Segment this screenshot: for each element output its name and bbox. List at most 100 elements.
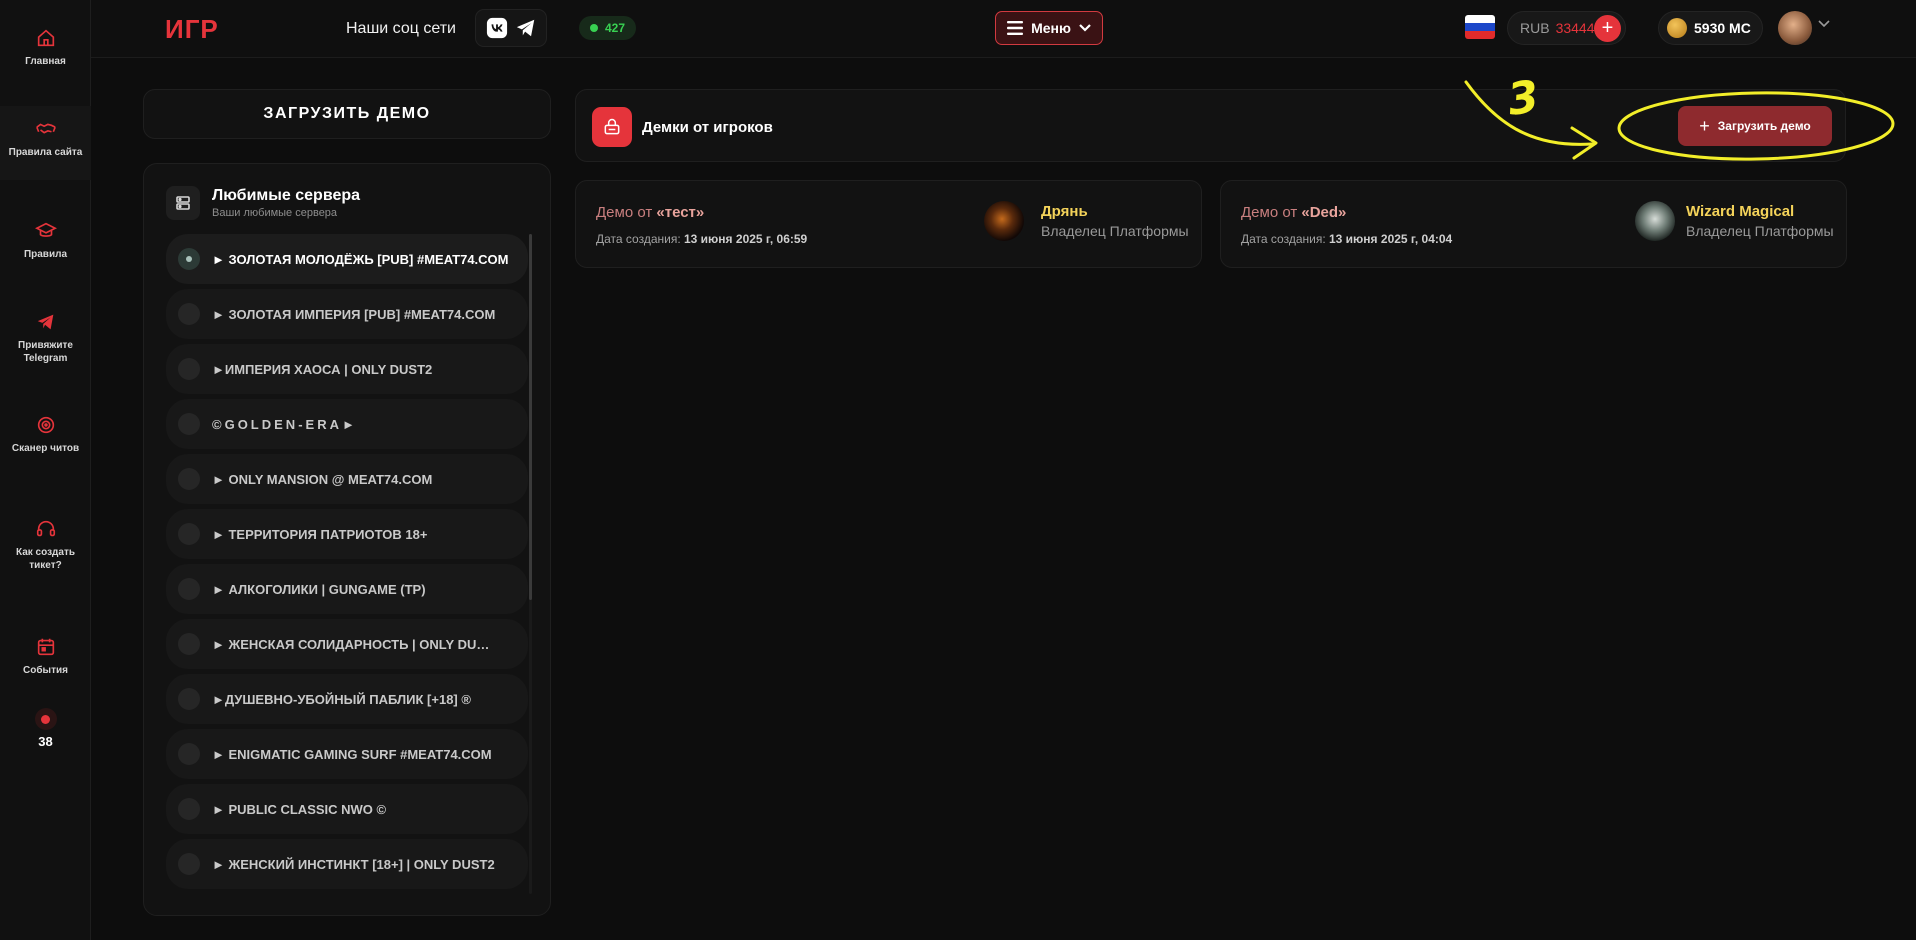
sidebar-item-label: Правила сайта bbox=[8, 147, 83, 158]
social-label: Наши соц сети bbox=[346, 20, 456, 37]
sidebar-item-label: Привяжите Telegram bbox=[18, 340, 73, 364]
online-status-icon bbox=[589, 24, 598, 32]
sidebar-item-create-ticket[interactable]: Как создать тикет? bbox=[0, 518, 91, 572]
server-item[interactable]: ► ONLY MANSION @ MEAT74.COM bbox=[166, 454, 528, 504]
menu-label: Меню bbox=[1031, 20, 1071, 36]
upload-demo-button[interactable]: + Загрузить демо bbox=[1678, 106, 1832, 146]
sidebar-item-rules[interactable]: Правила bbox=[0, 220, 91, 261]
radio-button[interactable] bbox=[178, 468, 200, 490]
sidebar-item-label: Правила bbox=[23, 249, 68, 260]
user-avatar[interactable] bbox=[1778, 11, 1812, 45]
mc-balance-amount: 5930 MC bbox=[1694, 20, 1751, 36]
plus-icon: + bbox=[1699, 115, 1710, 136]
radio-button[interactable] bbox=[178, 853, 200, 875]
server-list-scrollbar[interactable] bbox=[529, 234, 532, 894]
home-icon bbox=[37, 29, 54, 47]
radio-button[interactable] bbox=[178, 798, 200, 820]
sidebar-online-indicator: 38 bbox=[0, 708, 91, 749]
balance-amount: 33444 bbox=[1555, 20, 1595, 36]
graduation-cap-icon bbox=[34, 222, 57, 237]
server-item[interactable]: ► ЖЕНСКАЯ СОЛИДАРНОСТЬ | ONLY DUST2 | ME… bbox=[166, 619, 528, 669]
server-item[interactable]: ► ЖЕНСКИЙ ИНСТИНКТ [18+] | ONLY DUST2 bbox=[166, 839, 528, 889]
sidebar-item-label: События bbox=[23, 665, 68, 676]
sidebar-item-label: Главная bbox=[25, 56, 66, 67]
radio-button[interactable] bbox=[178, 688, 200, 710]
radio-button[interactable] bbox=[178, 743, 200, 765]
radio-button[interactable] bbox=[178, 358, 200, 380]
server-item[interactable]: ► ТЕРРИТОРИЯ ПАТРИОТОВ 18+ bbox=[166, 509, 528, 559]
radio-button[interactable] bbox=[178, 303, 200, 325]
demo-box-icon bbox=[592, 107, 632, 147]
menu-button[interactable]: Меню bbox=[995, 11, 1103, 45]
server-item[interactable]: ©GOLDEN-ERA► bbox=[166, 399, 528, 449]
site-logo[interactable]: ИГР bbox=[165, 14, 219, 45]
server-item[interactable]: ►ДУШЕВНО-УБОЙНЫЙ ПАБЛИК [+18] ® bbox=[166, 674, 528, 724]
demos-title: Демки от игроков bbox=[642, 119, 773, 136]
server-item[interactable]: ► ЗОЛОТАЯ МОЛОДЁЖЬ [PUB] #MEAT74.COM bbox=[166, 234, 528, 284]
user-name[interactable]: Дрянь bbox=[1041, 203, 1088, 220]
radio-button[interactable] bbox=[178, 523, 200, 545]
demo-author: «тест» bbox=[656, 204, 705, 221]
server-name: ► ЖЕНСКАЯ СОЛИДАРНОСТЬ | ONLY DUST2 | ME… bbox=[212, 636, 496, 652]
social-links bbox=[475, 9, 547, 47]
server-name: ►ИМПЕРИЯ ХАОСА | ONLY DUST2 bbox=[212, 361, 433, 377]
demo-date: Дата создания: 13 июня 2025 г, 06:59 bbox=[596, 232, 808, 246]
russia-flag-icon[interactable] bbox=[1465, 15, 1495, 39]
add-funds-button[interactable]: + bbox=[1594, 15, 1621, 42]
demo-author: «Ded» bbox=[1301, 204, 1347, 221]
favorite-servers-panel: Любимые сервера Ваши любимые сервера ► З… bbox=[143, 163, 551, 916]
demos-header: Демки от игроков bbox=[575, 89, 1846, 162]
demo-title: Демо от «тест» bbox=[596, 204, 705, 221]
online-count: 38 bbox=[38, 734, 53, 749]
annotation-number: 3 bbox=[1504, 71, 1543, 126]
chevron-down-icon[interactable] bbox=[1818, 20, 1830, 28]
demo-card[interactable]: Демо от «тест» Дата создания: 13 июня 20… bbox=[575, 180, 1202, 268]
coin-icon bbox=[1667, 18, 1687, 38]
server-name: ► ТЕРРИТОРИЯ ПАТРИОТОВ 18+ bbox=[212, 526, 428, 542]
telegram-icon bbox=[37, 314, 53, 330]
server-item[interactable]: ►ИМПЕРИЯ ХАОСА | ONLY DUST2 bbox=[166, 344, 528, 394]
user-role: Владелец Платформы bbox=[1686, 223, 1834, 239]
online-users-badge: 427 bbox=[579, 16, 636, 40]
radio-button[interactable] bbox=[178, 633, 200, 655]
sidebar-item-events[interactable]: События bbox=[0, 636, 91, 677]
online-dot-icon bbox=[34, 708, 57, 730]
server-list: ► ЗОЛОТАЯ МОЛОДЁЖЬ [PUB] #MEAT74.COM ► З… bbox=[166, 234, 528, 894]
server-icon bbox=[166, 186, 200, 220]
radio-button[interactable] bbox=[178, 248, 200, 270]
sidebar-item-label: Сканер читов bbox=[11, 443, 80, 454]
user-name[interactable]: Wizard Magical bbox=[1686, 203, 1794, 220]
server-name: ©GOLDEN-ERA► bbox=[212, 416, 358, 432]
favorites-header: Любимые сервера Ваши любимые сервера bbox=[166, 186, 360, 220]
server-name: ► PUBLIC CLASSIC NWO © bbox=[212, 801, 387, 817]
server-item[interactable]: ► PUBLIC CLASSIC NWO © bbox=[166, 784, 528, 834]
server-name: ► ЗОЛОТАЯ ИМПЕРИЯ [PUB] #MEAT74.COM bbox=[212, 306, 496, 322]
hamburger-icon bbox=[1007, 21, 1024, 35]
demo-date: Дата создания: 13 июня 2025 г, 04:04 bbox=[1241, 232, 1453, 246]
radio-button[interactable] bbox=[178, 413, 200, 435]
user-avatar[interactable] bbox=[984, 201, 1024, 241]
server-name: ► ЗОЛОТАЯ МОЛОДЁЖЬ [PUB] #MEAT74.COM bbox=[212, 251, 509, 267]
server-item[interactable]: ► АЛКОГОЛИКИ | GUNGAME (TP) bbox=[166, 564, 528, 614]
sidebar-item-telegram[interactable]: Привяжите Telegram bbox=[0, 311, 91, 365]
sidebar-item-site-rules[interactable]: Правила сайта bbox=[0, 106, 91, 180]
demo-title: Демо от «Ded» bbox=[1241, 204, 1347, 221]
online-users-count: 427 bbox=[604, 21, 626, 35]
sidebar: Главная Правила сайта Правила Привяжите … bbox=[0, 0, 91, 940]
vk-icon[interactable] bbox=[486, 17, 508, 39]
server-item[interactable]: ► ENIGMATIC GAMING SURF #MEAT74.COM bbox=[166, 729, 528, 779]
telegram-icon[interactable] bbox=[515, 17, 537, 39]
currency-label: RUB bbox=[1520, 20, 1550, 36]
server-name: ► АЛКОГОЛИКИ | GUNGAME (TP) bbox=[212, 581, 426, 597]
sidebar-item-cheat-scanner[interactable]: Сканер читов bbox=[0, 414, 91, 455]
sidebar-item-home[interactable]: Главная bbox=[0, 27, 91, 68]
demo-card[interactable]: Демо от «Ded» Дата создания: 13 июня 202… bbox=[1220, 180, 1847, 268]
user-avatar[interactable] bbox=[1635, 201, 1675, 241]
sidebar-item-label: Как создать тикет? bbox=[15, 547, 76, 571]
calendar-icon bbox=[37, 638, 54, 656]
radio-button[interactable] bbox=[178, 578, 200, 600]
mc-balance: 5930 MC bbox=[1658, 11, 1763, 45]
scanner-icon bbox=[37, 416, 54, 434]
top-bar: ИГР Наши соц сети 427 Меню RUB 33444 + 5… bbox=[91, 0, 1916, 58]
server-item[interactable]: ► ЗОЛОТАЯ ИМПЕРИЯ [PUB] #MEAT74.COM bbox=[166, 289, 528, 339]
